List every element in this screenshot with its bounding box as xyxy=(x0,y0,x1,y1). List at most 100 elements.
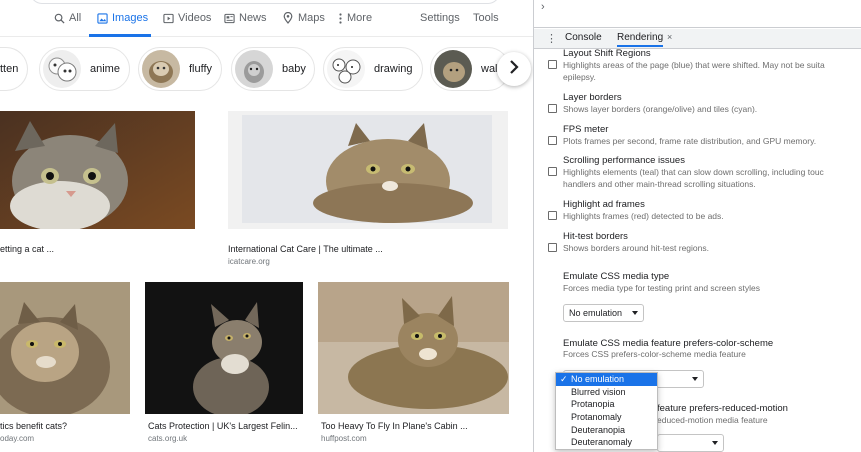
option-title: Hit-test borders xyxy=(563,231,628,242)
option-description: Highlights elements (teal) that can slow… xyxy=(563,167,824,189)
close-icon[interactable]: × xyxy=(667,32,672,42)
more-vertical-icon[interactable]: ⋮ xyxy=(546,32,557,45)
result-source: oday.com xyxy=(0,434,35,443)
settings-link[interactable]: Settings xyxy=(420,12,460,24)
option-layout-shift-regions: Layout Shift Regions Highlights areas of… xyxy=(548,48,861,82)
chip-thumbnail xyxy=(43,50,81,88)
tab-news[interactable]: News xyxy=(223,12,267,37)
option-title: Layer borders xyxy=(563,92,622,103)
option-title: Highlight ad frames xyxy=(563,199,645,210)
option-fps-meter: FPS meter Plots frames per second, frame… xyxy=(548,124,861,148)
chevron-right-icon[interactable]: › xyxy=(541,1,545,13)
result-caption[interactable]: Too Heavy To Fly In Plane's Cabin ... xyxy=(321,421,468,431)
chip-drawing[interactable]: drawing xyxy=(323,47,423,91)
dropdown-option[interactable]: Deuteranomaly xyxy=(556,436,657,449)
dropdown-option[interactable]: Deuteranopia xyxy=(556,424,657,437)
media-type-select[interactable]: No emulation xyxy=(563,304,644,322)
chip-thumbnail xyxy=(235,50,273,88)
chevron-right-icon xyxy=(509,59,519,79)
tools-link[interactable]: Tools xyxy=(473,12,499,24)
dropdown-option[interactable]: Blurred vision xyxy=(556,386,657,399)
screen: All Images Videos News Maps More Setting… xyxy=(0,0,861,452)
related-chips: tten anime fluffy baby drawing wall xyxy=(0,47,533,95)
chevron-down-icon xyxy=(692,377,698,381)
layout-shift-checkbox[interactable] xyxy=(548,60,557,69)
option-description: Plots frames per second, frame rate dist… xyxy=(563,136,817,146)
media-type-title: Emulate CSS media type xyxy=(563,271,670,282)
reduced-motion-description: educed-motion media feature xyxy=(657,415,768,425)
tab-videos-label: Videos xyxy=(178,12,212,24)
chevron-down-icon xyxy=(712,441,718,445)
option-scrolling-performance: Scrolling performance issues Highlights … xyxy=(548,155,861,191)
result-image[interactable] xyxy=(318,282,509,414)
result-image[interactable] xyxy=(145,282,303,414)
chip-anime[interactable]: anime xyxy=(39,47,130,91)
chip-kitten[interactable]: tten xyxy=(0,47,28,91)
tab-console[interactable]: Console xyxy=(565,32,602,43)
dropdown-option[interactable]: Protanomaly xyxy=(556,411,657,424)
chip-label: anime xyxy=(90,63,120,75)
chip-thumbnail xyxy=(434,50,472,88)
result-image[interactable] xyxy=(0,282,130,414)
devtools-panel: › ⋮ Console Rendering × Layout Shift Reg… xyxy=(534,0,861,452)
result-source: cats.org.uk xyxy=(148,434,188,443)
chip-thumbnail xyxy=(327,50,365,88)
color-scheme-title: Emulate CSS media feature prefers-color-… xyxy=(563,338,774,349)
more-vertical-icon xyxy=(337,12,343,24)
chip-thumbnail xyxy=(142,50,180,88)
option-description: Shows borders around hit-test regions. xyxy=(563,243,709,253)
tab-all-label: All xyxy=(69,12,82,24)
option-title: FPS meter xyxy=(563,124,609,135)
tab-rendering[interactable]: Rendering xyxy=(617,32,664,47)
option-description: Highlights frames (red) detected to be a… xyxy=(563,211,724,221)
media-type-description: Forces media type for testing print and … xyxy=(563,283,761,293)
devtools-main-area: › xyxy=(534,0,861,28)
check-icon: ✓ xyxy=(560,374,568,384)
option-description: Highlights areas of the page (blue) that… xyxy=(563,60,825,82)
tab-videos[interactable]: Videos xyxy=(162,12,211,37)
result-source: huffpost.com xyxy=(321,434,367,443)
vision-deficiency-dropdown: ✓ No emulation Blurred vision Protanopia… xyxy=(555,372,658,451)
dropdown-option[interactable]: Protanopia xyxy=(556,398,657,411)
select-value: No emulation xyxy=(569,308,623,318)
fps-meter-checkbox[interactable] xyxy=(548,136,557,145)
chip-label: fluffy xyxy=(189,63,213,75)
scrolling-performance-checkbox[interactable] xyxy=(548,167,557,176)
reduced-motion-title: feature prefers-reduced-motion xyxy=(657,403,788,414)
search-icon xyxy=(53,12,65,24)
result-caption[interactable]: tics benefit cats? xyxy=(0,421,67,431)
result-caption[interactable]: etting a cat ... xyxy=(0,244,54,254)
reduced-motion-select[interactable] xyxy=(657,434,724,452)
result-source: icatcare.org xyxy=(228,257,270,266)
tab-news-label: News xyxy=(239,12,267,24)
layer-borders-checkbox[interactable] xyxy=(548,104,557,113)
map-pin-icon xyxy=(282,12,294,24)
tab-maps[interactable]: Maps xyxy=(282,12,325,37)
news-icon xyxy=(223,12,235,24)
result-caption[interactable]: International Cat Care | The ultimate ..… xyxy=(228,244,383,254)
tab-all[interactable]: All xyxy=(53,12,81,37)
image-search-panel: All Images Videos News Maps More Setting… xyxy=(0,0,533,452)
option-description: Shows layer borders (orange/olive) and t… xyxy=(563,104,758,114)
option-hit-test-borders: Hit-test borders Shows borders around hi… xyxy=(548,231,861,255)
dropdown-option[interactable]: ✓ No emulation xyxy=(556,373,657,386)
chip-label: baby xyxy=(282,63,306,75)
chips-next-button[interactable] xyxy=(497,52,531,86)
result-image[interactable] xyxy=(228,111,508,229)
highlight-ad-frames-checkbox[interactable] xyxy=(548,211,557,220)
option-title: Scrolling performance issues xyxy=(563,155,685,166)
chip-fluffy[interactable]: fluffy xyxy=(138,47,222,91)
chip-label: tten xyxy=(0,63,19,75)
color-scheme-description: Forces CSS prefers-color-scheme media fe… xyxy=(563,349,746,359)
option-highlight-ad-frames: Highlight ad frames Highlights frames (r… xyxy=(548,199,861,223)
chip-baby[interactable]: baby xyxy=(231,47,315,91)
result-image[interactable] xyxy=(0,111,195,229)
hit-test-borders-checkbox[interactable] xyxy=(548,243,557,252)
tab-more[interactable]: More xyxy=(337,12,372,37)
tab-images[interactable]: Images xyxy=(89,12,151,37)
tab-images-label: Images xyxy=(112,12,149,24)
result-caption[interactable]: Cats Protection | UK's Largest Felin... xyxy=(148,421,298,431)
image-icon xyxy=(96,12,108,24)
video-icon xyxy=(162,12,174,24)
tab-more-label: More xyxy=(347,12,373,24)
